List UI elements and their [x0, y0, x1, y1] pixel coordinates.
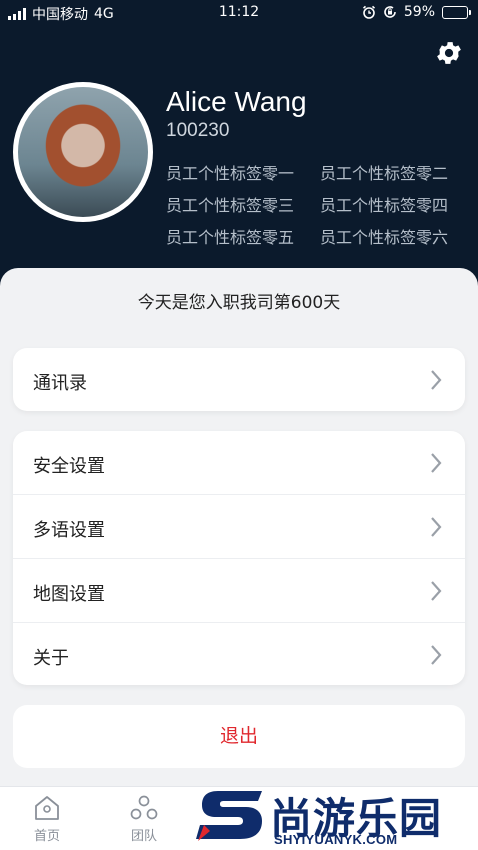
team-icon [130, 795, 158, 820]
logout-button[interactable]: 退出 [13, 705, 465, 768]
watermark-url: SHYIYUANYK.COM [274, 832, 398, 847]
chevron-right-icon [431, 517, 442, 537]
menu-item-label: 地图设置 [33, 584, 105, 605]
chevron-right-icon [431, 581, 442, 601]
menu-item-label: 多语设置 [33, 520, 105, 541]
menu-item-security[interactable]: 安全设置 [13, 431, 465, 494]
menu-item-contacts[interactable]: 通讯录 [13, 348, 465, 411]
menu-item-language[interactable]: 多语设置 [13, 494, 465, 558]
tab-team[interactable]: 团队 [114, 795, 174, 844]
profile-tag: 员工个性标签零三 [166, 196, 295, 215]
watermark: 尚游乐园 SHYIYUANYK.COM [196, 783, 478, 850]
menu-item-label: 安全设置 [33, 456, 105, 477]
profile-header: 中国移动 4G 11:12 59% Alice Wang 100230 员工个性… [0, 0, 478, 300]
menu-item-label: 关于 [33, 648, 69, 669]
tab-home[interactable]: 首页 [17, 795, 77, 844]
menu-item-about[interactable]: 关于 [13, 622, 465, 685]
status-right-group: 59% [362, 4, 471, 20]
orientation-lock-icon [384, 6, 396, 18]
tab-label: 团队 [130, 829, 157, 844]
status-bar: 中国移动 4G 11:12 59% [0, 0, 478, 26]
chevron-right-icon [431, 370, 442, 390]
contacts-group: 通讯录 [13, 348, 465, 411]
chevron-right-icon [431, 453, 442, 473]
watermark-logo [196, 791, 262, 841]
user-name: Alice Wang [166, 86, 307, 117]
menu-item-map[interactable]: 地图设置 [13, 558, 465, 622]
battery-percent: 59% [403, 4, 435, 20]
profile-tag: 员工个性标签零六 [320, 228, 449, 247]
chevron-right-icon [431, 645, 442, 665]
employee-id: 100230 [166, 120, 230, 141]
menu-item-label: 通讯录 [33, 373, 87, 394]
settings-group: 安全设置 多语设置 地图设置 关于 [13, 431, 465, 685]
gear-icon[interactable] [434, 38, 464, 68]
battery-icon [442, 5, 471, 19]
profile-tag: 员工个性标签零四 [320, 196, 449, 215]
home-icon [35, 796, 59, 820]
profile-tag: 员工个性标签零一 [166, 164, 295, 183]
tenure-text: 今天是您入职我司第600天 [137, 293, 341, 313]
profile-tag: 员工个性标签零二 [320, 164, 449, 183]
profile-tag: 员工个性标签零五 [166, 228, 295, 247]
avatar[interactable] [13, 82, 153, 222]
tab-label: 首页 [33, 829, 60, 844]
alarm-icon [362, 5, 375, 19]
